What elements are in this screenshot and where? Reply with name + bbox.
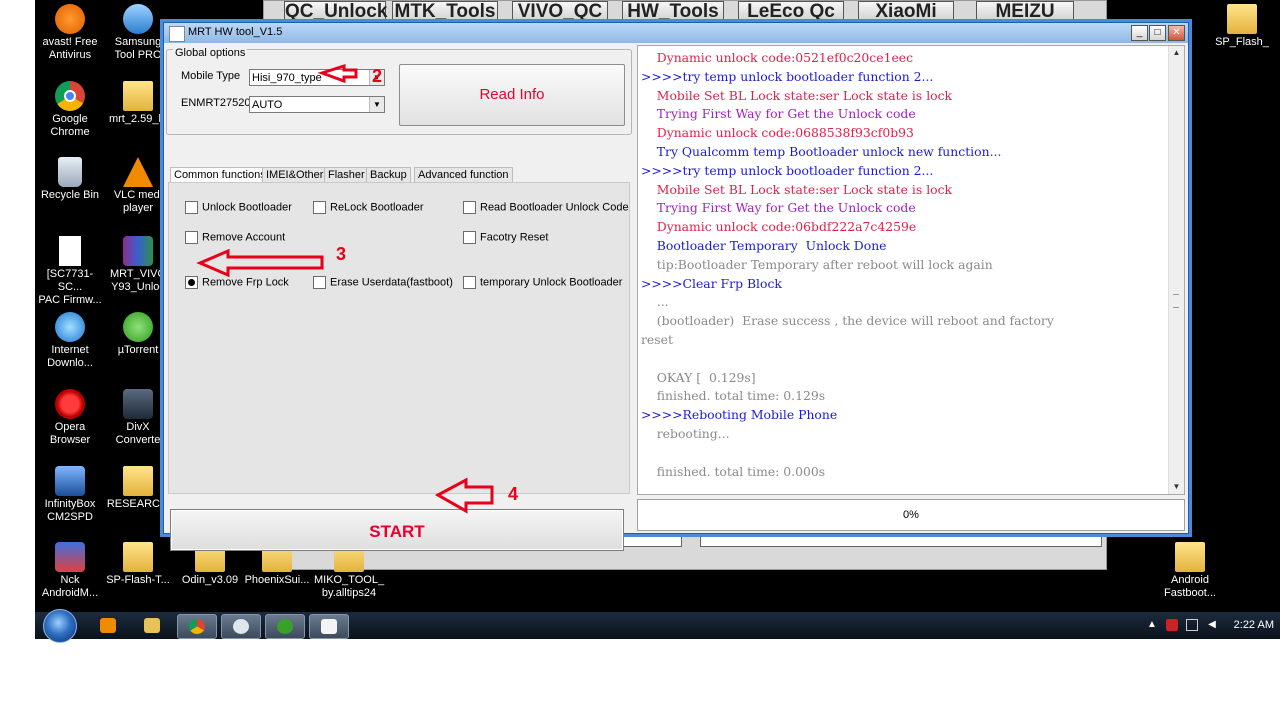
network-icon[interactable] xyxy=(1186,619,1198,631)
globe-icon xyxy=(233,619,249,634)
arrow-annotation-4 xyxy=(434,477,494,514)
arrow-annotation-3 xyxy=(196,248,324,278)
taskbar-chrome[interactable] xyxy=(177,614,217,639)
arrow-annotation-2 xyxy=(317,63,358,84)
explorer-icon xyxy=(144,618,160,633)
taskbar-media-player[interactable] xyxy=(89,614,127,637)
taskbar-mrt-tool[interactable] xyxy=(309,614,349,639)
annotation-number-4: 4 xyxy=(508,484,519,504)
flag-icon[interactable] xyxy=(1166,619,1178,631)
utorrent-icon xyxy=(277,619,293,634)
show-hidden-icons[interactable]: ▲ xyxy=(1146,619,1158,631)
annotation-number-2: 2 xyxy=(372,66,383,86)
taskbar-globe[interactable] xyxy=(221,614,261,639)
media-player-icon xyxy=(100,618,116,633)
taskbar-explorer[interactable] xyxy=(133,614,171,637)
taskbar-utorrent[interactable] xyxy=(265,614,305,639)
taskbar: ▲ ◀ 2:22 AM xyxy=(35,609,1280,643)
start-menu-button[interactable] xyxy=(43,609,77,643)
volume-icon[interactable]: ◀ xyxy=(1206,619,1218,631)
chrome-icon xyxy=(189,619,205,634)
mrt-tool-icon xyxy=(321,619,337,634)
clock[interactable]: 2:22 AM xyxy=(1234,619,1274,631)
annotation-number-3: 3 xyxy=(336,244,347,264)
